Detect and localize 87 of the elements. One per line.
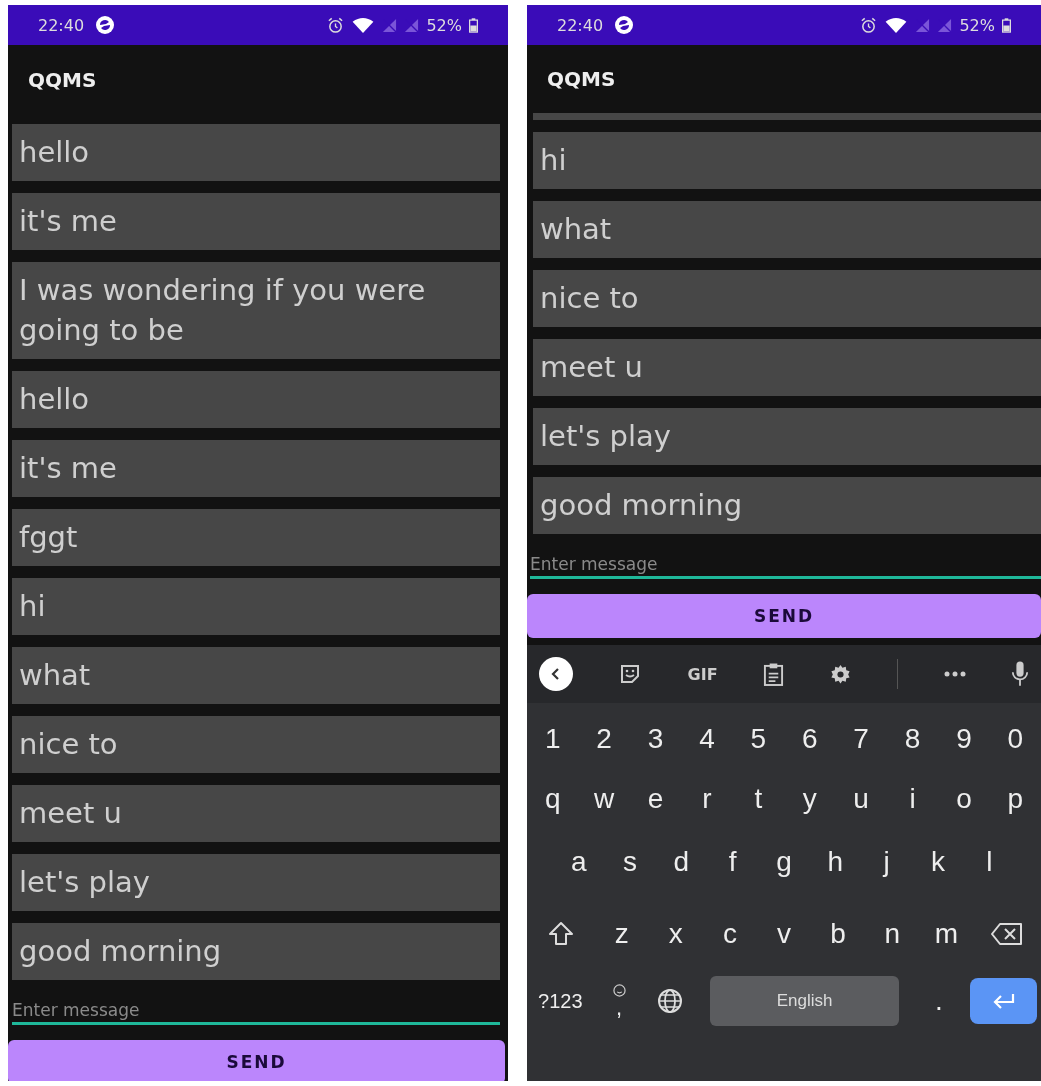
- keyboard-key[interactable]: 9: [938, 709, 990, 769]
- backspace-icon[interactable]: [991, 922, 1024, 946]
- message-bubble: let's play: [12, 854, 500, 911]
- gif-button[interactable]: GIF: [687, 664, 718, 684]
- keyboard-key[interactable]: d: [655, 829, 707, 894]
- status-time: 22:40: [38, 15, 85, 35]
- message-bubble: it's me: [12, 193, 500, 250]
- keyboard-key[interactable]: b: [811, 904, 866, 964]
- keyboard-key[interactable]: 6: [784, 709, 836, 769]
- keyboard-key[interactable]: s: [604, 829, 656, 894]
- battery-icon: [469, 17, 478, 33]
- keyboard-key[interactable]: m: [919, 904, 974, 964]
- keyboard-key[interactable]: r: [681, 769, 733, 829]
- message-bubble: it's me: [12, 440, 500, 497]
- message-bubble: good morning: [12, 923, 500, 980]
- message-bubble: nice to: [12, 716, 500, 773]
- status-time: 22:40: [557, 15, 604, 35]
- enter-icon: [991, 993, 1016, 1009]
- message-bubble: I was wondering if you were going to be: [12, 262, 500, 359]
- message-bubble: hello: [12, 371, 500, 428]
- message-bubble: meet u: [12, 785, 500, 842]
- message-input[interactable]: Enter message: [530, 548, 1041, 579]
- keyboard-key[interactable]: e: [629, 769, 682, 829]
- wifi-icon: [884, 16, 909, 34]
- space-key[interactable]: English: [709, 976, 900, 1026]
- send-button[interactable]: SEND: [8, 1040, 505, 1081]
- keyboard-key[interactable]: h: [809, 829, 861, 894]
- keyboard-key[interactable]: 8: [886, 709, 939, 769]
- emoji-icon: [612, 983, 626, 997]
- back-icon[interactable]: [539, 657, 573, 691]
- message-bubble: hello: [12, 124, 500, 181]
- app-title: QQMS: [547, 66, 616, 91]
- more-icon[interactable]: [943, 671, 966, 677]
- keyboard-key[interactable]: u: [835, 769, 887, 829]
- battery-level: 52%: [959, 15, 995, 35]
- keyboard-key[interactable]: i: [886, 769, 939, 829]
- battery-icon: [1002, 17, 1011, 33]
- alarm-icon: [860, 16, 878, 34]
- keyboard-key[interactable]: .: [913, 972, 965, 1030]
- message-bubble: what: [533, 201, 1041, 258]
- enter-key[interactable]: [970, 978, 1037, 1024]
- message-bubble: let's play: [533, 408, 1041, 465]
- message-bubble: what: [12, 647, 500, 704]
- keyboard-key[interactable]: x: [648, 904, 703, 964]
- message-bubble: meet u: [533, 339, 1041, 396]
- keyboard-key[interactable]: a: [553, 829, 605, 894]
- keyboard-key[interactable]: 0: [989, 709, 1041, 769]
- message-bubble: fggt: [12, 509, 500, 566]
- keyboard-key[interactable]: t: [732, 769, 785, 829]
- keyboard-key[interactable]: f: [707, 829, 759, 894]
- keyboard-key[interactable]: g: [758, 829, 810, 894]
- app-title: QQMS: [28, 68, 97, 92]
- keyboard-key[interactable]: q: [527, 769, 579, 829]
- microphone-icon[interactable]: [1011, 660, 1029, 688]
- keyboard-key[interactable]: 5: [732, 709, 785, 769]
- keyboard-key[interactable]: 7: [835, 709, 887, 769]
- globe-icon[interactable]: [657, 988, 684, 1014]
- keyboard-key[interactable]: p: [989, 769, 1041, 829]
- keyboard-key[interactable]: c: [702, 904, 757, 964]
- keyboard-key[interactable]: 2: [578, 709, 630, 769]
- keyboard-key[interactable]: y: [784, 769, 836, 829]
- keyboard-key[interactable]: k: [912, 829, 964, 894]
- message-bubble: hi: [12, 578, 500, 635]
- keyboard-key[interactable]: o: [938, 769, 990, 829]
- keyboard-key[interactable]: 4: [681, 709, 733, 769]
- message-input[interactable]: Enter message: [12, 994, 500, 1025]
- message-bubble: nice to: [533, 270, 1041, 327]
- shift-icon[interactable]: [547, 921, 574, 947]
- keyboard-key[interactable]: z: [594, 904, 649, 964]
- keyboard-key[interactable]: l: [963, 829, 1015, 894]
- wifi-icon: [351, 16, 376, 34]
- clipboard-icon[interactable]: [762, 661, 784, 687]
- keyboard-key[interactable]: w: [578, 769, 630, 829]
- keyboard-key[interactable]: 1: [527, 709, 579, 769]
- keyboard-key[interactable]: 3: [629, 709, 682, 769]
- battery-level: 52%: [426, 15, 462, 35]
- keyboard-key[interactable]: n: [865, 904, 920, 964]
- send-button[interactable]: SEND: [527, 594, 1041, 638]
- alarm-icon: [327, 16, 345, 34]
- app-notification-icon: [95, 15, 116, 35]
- message-bubble: hi: [533, 132, 1041, 189]
- comma-key[interactable]: ,: [593, 972, 645, 1030]
- message-bubble: good morning: [533, 477, 1041, 534]
- symbols-key[interactable]: ?123: [527, 972, 594, 1030]
- keyboard-key[interactable]: v: [756, 904, 812, 964]
- keyboard-key[interactable]: j: [860, 829, 913, 894]
- app-notification-icon: [614, 15, 635, 35]
